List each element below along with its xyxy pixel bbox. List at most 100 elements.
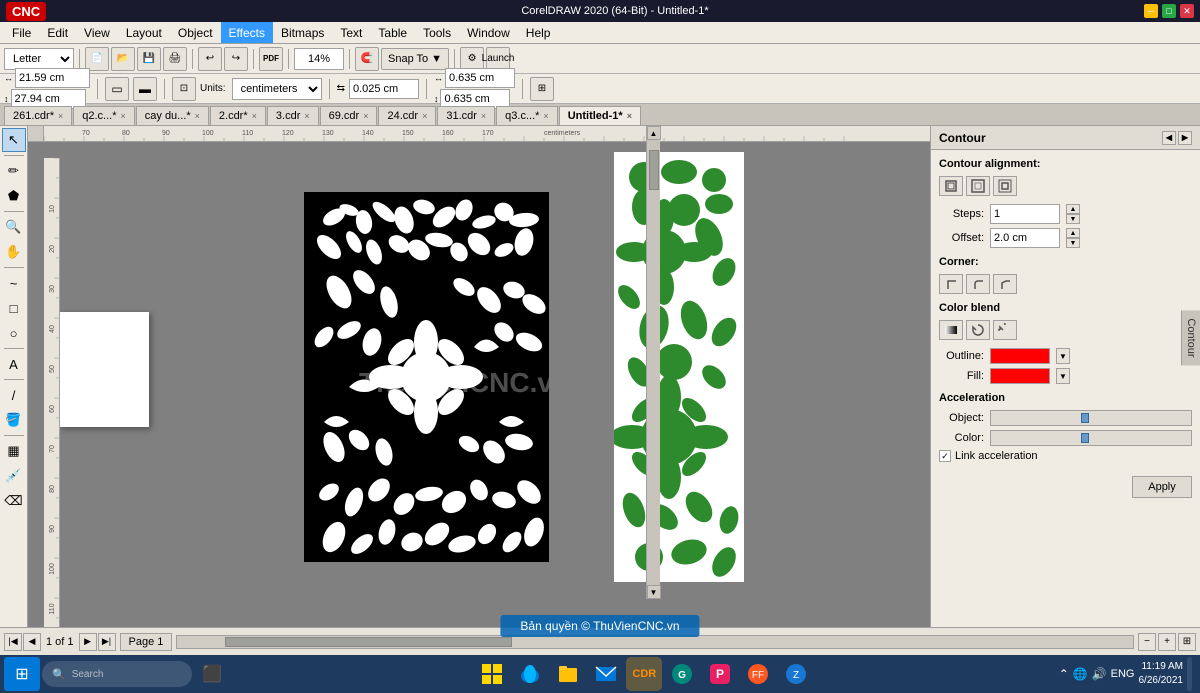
pattern-tool[interactable]: ▦ (2, 439, 26, 463)
menu-text[interactable]: Text (332, 22, 370, 43)
tab-3cdr[interactable]: 3.cdr× (267, 106, 319, 125)
canvas-area[interactable]: 70 80 90 100 110 120 130 140 150 160 170… (28, 126, 930, 627)
offset-up-btn[interactable]: ▲ (1066, 228, 1080, 238)
new-button[interactable]: 📄 (85, 47, 109, 71)
options-button[interactable]: ⚙ (460, 47, 484, 71)
scroll-up-btn[interactable]: ▲ (647, 126, 661, 140)
scroll-thumb[interactable] (649, 150, 659, 190)
menu-object[interactable]: Object (170, 22, 221, 43)
eraser-tool[interactable]: ⌫ (2, 489, 26, 513)
canvas-content[interactable]: ThuVienCNC.vn (44, 142, 930, 627)
transform-button[interactable]: ⊞ (530, 77, 554, 101)
zoom-level[interactable]: 14% (294, 48, 344, 70)
apply-button[interactable]: Apply (1132, 476, 1192, 498)
freehand-tool[interactable]: ✏ (2, 159, 26, 183)
canvas-vscrollbar[interactable]: ▲ ▼ (646, 126, 660, 599)
blend-clockwise-btn[interactable] (966, 320, 990, 340)
pinned-app6[interactable]: P (702, 657, 738, 691)
corner-miter-btn[interactable] (939, 274, 963, 294)
rect-tool[interactable]: □ (2, 296, 26, 320)
nudge-input[interactable] (349, 79, 419, 99)
print-button[interactable]: 🖨 (163, 47, 187, 71)
outline-dropdown-arrow[interactable]: ▼ (1056, 348, 1070, 364)
offset-down-btn[interactable]: ▼ (1066, 238, 1080, 248)
menu-window[interactable]: Window (459, 22, 518, 43)
page-prev-btn[interactable]: ◀ (23, 633, 41, 651)
page-last-btn[interactable]: ▶| (98, 633, 116, 651)
object-slider-thumb[interactable] (1081, 413, 1089, 423)
outline-color-swatch[interactable] (990, 348, 1050, 364)
undo-button[interactable]: ↩ (198, 47, 222, 71)
system-clock[interactable]: 11:19 AM 6/26/2021 (1139, 660, 1184, 688)
contour-side-tab[interactable]: Contour (1181, 310, 1200, 365)
steps-up-btn[interactable]: ▲ (1066, 204, 1080, 214)
line-tool[interactable]: / (2, 383, 26, 407)
menu-help[interactable]: Help (518, 22, 559, 43)
tab-untitled[interactable]: Untitled-1*× (559, 106, 641, 125)
corner-bevel-btn[interactable] (993, 274, 1017, 294)
align-inside-btn[interactable] (939, 176, 963, 196)
pinned-files[interactable] (474, 657, 510, 691)
taskbar-search[interactable]: 🔍 Search (42, 661, 192, 687)
corner-round-btn[interactable] (966, 274, 990, 294)
blend-counter-btn[interactable] (993, 320, 1017, 340)
portrait-button[interactable]: ▭ (105, 77, 129, 101)
start-button[interactable]: ⊞ (4, 657, 40, 691)
pinned-app8[interactable]: Z (778, 657, 814, 691)
zoom-in-btn[interactable]: + (1158, 633, 1176, 651)
menu-bitmaps[interactable]: Bitmaps (273, 22, 332, 43)
select-tool[interactable]: ↖ (2, 128, 26, 152)
maximize-button[interactable]: □ (1162, 4, 1176, 18)
pinned-explorer[interactable] (550, 657, 586, 691)
tab-q3[interactable]: q3.c...*× (496, 106, 558, 125)
menu-layout[interactable]: Layout (118, 22, 170, 43)
fill-color-swatch[interactable] (990, 368, 1050, 384)
h-scroll-thumb[interactable] (225, 637, 512, 647)
units-select[interactable]: centimeters (232, 78, 322, 100)
pinned-mail[interactable] (588, 657, 624, 691)
align-outside-btn[interactable] (993, 176, 1017, 196)
curve-tool[interactable]: ~ (2, 271, 26, 295)
page-first-btn[interactable]: |◀ (4, 633, 22, 651)
blend-linear-btn[interactable] (939, 320, 963, 340)
steps-down-btn[interactable]: ▼ (1066, 214, 1080, 224)
menu-effects[interactable]: Effects (221, 22, 273, 43)
pinned-edge[interactable] (512, 657, 548, 691)
tray-lang[interactable]: ENG (1111, 668, 1135, 680)
ellipse-tool[interactable]: ○ (2, 321, 26, 345)
tray-volume[interactable]: 🔊 (1092, 667, 1107, 681)
tray-up-arrow[interactable]: ⌃ (1059, 667, 1069, 681)
page1-tab[interactable]: Page 1 (120, 633, 173, 651)
width-input[interactable] (15, 68, 90, 88)
redo-button[interactable]: ↪ (224, 47, 248, 71)
open-button[interactable]: 📂 (111, 47, 135, 71)
pan-tool[interactable]: ✋ (2, 240, 26, 264)
eyedropper-tool[interactable]: 💉 (2, 464, 26, 488)
menu-view[interactable]: View (76, 22, 118, 43)
close-button[interactable]: ✕ (1180, 4, 1194, 18)
steps-input[interactable] (990, 204, 1060, 224)
tab-31cdr[interactable]: 31.cdr× (437, 106, 495, 125)
offset-input[interactable] (990, 228, 1060, 248)
scroll-down-btn[interactable]: ▼ (647, 585, 661, 599)
fill-tool[interactable]: 🪣 (2, 408, 26, 432)
snap-to-button[interactable]: Snap To ▼ (381, 48, 449, 70)
color-slider-thumb[interactable] (1081, 433, 1089, 443)
link-accel-checkbox[interactable]: ✓ (939, 450, 951, 462)
fill-dropdown-arrow[interactable]: ▼ (1056, 368, 1070, 384)
pinned-corel[interactable]: CDR (626, 657, 662, 691)
pdf-button[interactable]: PDF (259, 47, 283, 71)
page-next-btn[interactable]: ▶ (79, 633, 97, 651)
tab-261[interactable]: 261.cdr*× (4, 106, 72, 125)
tray-network[interactable]: 🌐 (1073, 667, 1088, 681)
color-slider[interactable] (990, 430, 1192, 446)
menu-tools[interactable]: Tools (415, 22, 459, 43)
panel-prev-btn[interactable]: ◀ (1162, 131, 1176, 145)
tab-69cdr[interactable]: 69.cdr× (320, 106, 378, 125)
zoom-fit-btn[interactable]: ⊞ (1178, 633, 1196, 651)
save-button[interactable]: 💾 (137, 47, 161, 71)
tab-caydu[interactable]: cay du...*× (136, 106, 209, 125)
pinned-app5[interactable]: G (664, 657, 700, 691)
shape-tool[interactable]: ⬟ (2, 184, 26, 208)
align-center-btn[interactable] (966, 176, 990, 196)
